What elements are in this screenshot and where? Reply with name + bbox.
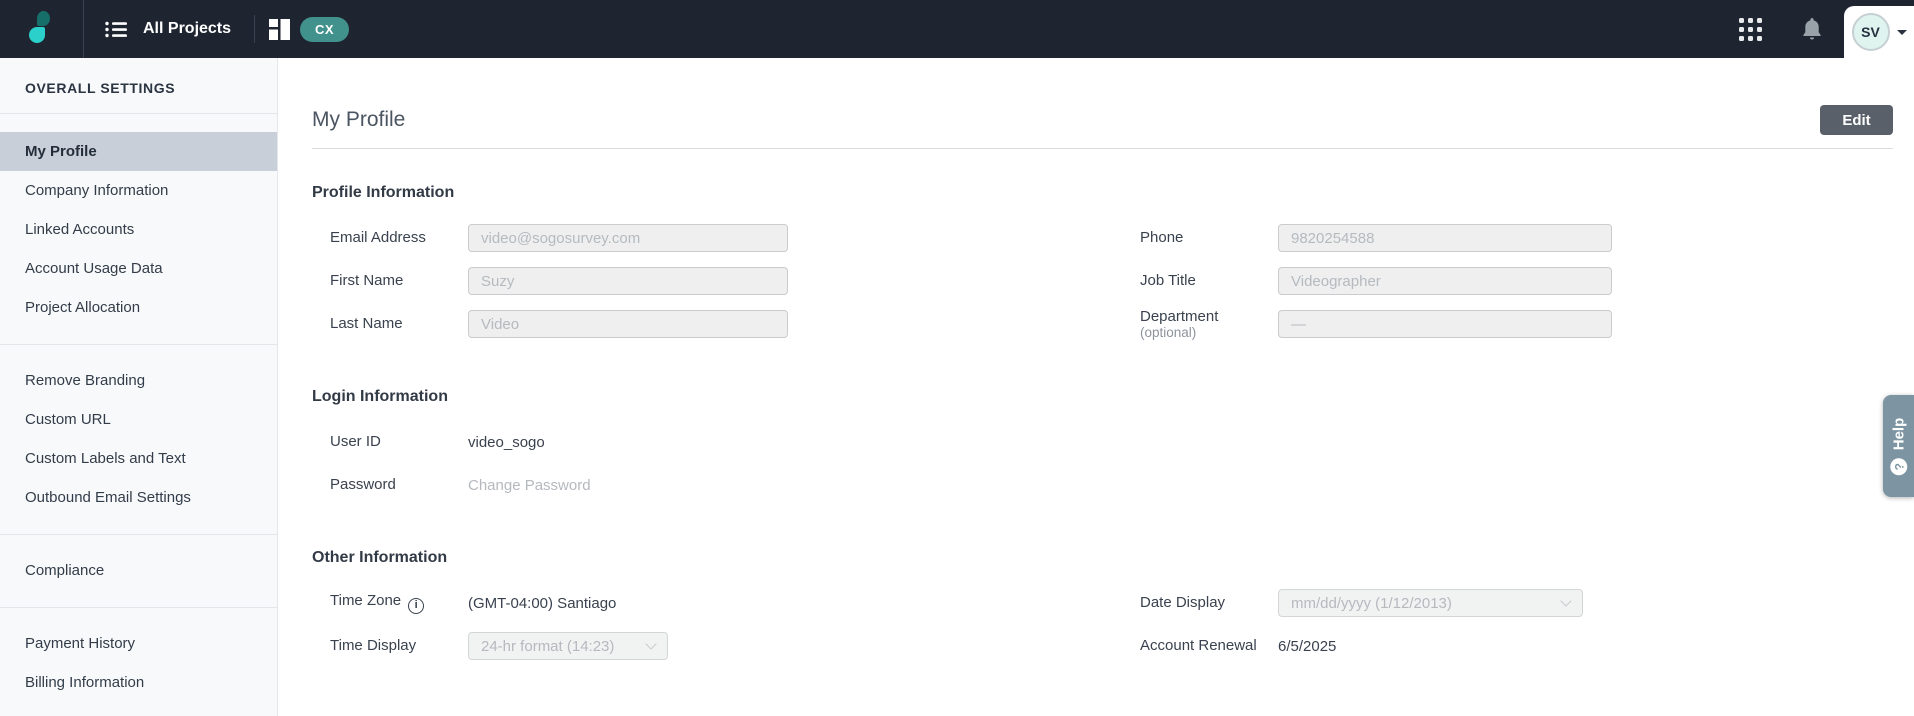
field-row-last-name: Last Name — [330, 310, 788, 338]
cx-badge[interactable]: CX — [300, 17, 349, 42]
sidebar-item-payment-history[interactable]: Payment History — [0, 624, 277, 663]
section-title-profile-information: Profile Information — [312, 184, 1893, 202]
title-row: My Profile Edit — [312, 105, 1893, 149]
sidebar-item-remove-branding[interactable]: Remove Branding — [0, 361, 277, 400]
chevron-down-icon — [1560, 595, 1571, 606]
phone-field[interactable] — [1278, 224, 1612, 252]
sidebar-nav: My Profile Company Information Linked Ac… — [0, 114, 277, 702]
field-row-account-renewal: Account Renewal 6/5/2025 — [1140, 632, 1583, 660]
sidebar-group-divider — [0, 607, 277, 608]
job-title-field[interactable] — [1278, 267, 1612, 295]
date-display-select[interactable]: mm/dd/yyyy (1/12/2013) — [1278, 589, 1583, 617]
department-field[interactable] — [1278, 310, 1612, 338]
field-row-password: Password Change Password — [330, 471, 788, 499]
account-renewal-value: 6/5/2025 — [1278, 638, 1336, 655]
department-optional-text: (optional) — [1140, 325, 1278, 341]
sidebar-group-divider — [0, 344, 277, 345]
hamburger-list-icon — [105, 21, 128, 38]
sidebar-item-my-profile[interactable]: My Profile — [0, 132, 277, 171]
all-projects-label[interactable]: All Projects — [143, 20, 231, 38]
field-row-phone: Phone — [1140, 224, 1612, 252]
job-title-label: Job Title — [1140, 272, 1278, 289]
change-password-link[interactable]: Change Password — [468, 477, 591, 494]
chevron-down-icon — [1897, 30, 1907, 40]
help-tab-inner: ? Help — [1890, 417, 1907, 475]
last-name-label: Last Name — [330, 315, 468, 332]
field-row-time-display: Time Display 24-hr format (14:23) — [330, 632, 788, 660]
time-display-select[interactable]: 24-hr format (14:23) — [468, 632, 668, 660]
main-content: My Profile Edit Profile Information Emai… — [278, 58, 1914, 716]
user-id-label: User ID — [330, 433, 468, 450]
sidebar-item-outbound-email-settings[interactable]: Outbound Email Settings — [0, 478, 277, 517]
sidebar-item-company-information[interactable]: Company Information — [0, 171, 277, 210]
sidebar-item-billing-information[interactable]: Billing Information — [0, 663, 277, 702]
logo-drop-dark-icon — [37, 11, 50, 26]
email-label: Email Address — [330, 229, 468, 246]
sogo-logo[interactable] — [0, 0, 84, 58]
logo-drop-teal-icon — [29, 27, 45, 43]
field-row-date-display: Date Display mm/dd/yyyy (1/12/2013) — [1140, 589, 1583, 617]
section-title-other-information: Other Information — [312, 549, 1893, 567]
topbar-divider — [254, 15, 255, 43]
time-zone-value: (GMT-04:00) Santiago — [468, 595, 616, 612]
date-display-label: Date Display — [1140, 594, 1278, 611]
dashboard-icon[interactable] — [269, 19, 290, 40]
field-row-first-name: First Name — [330, 267, 788, 295]
last-name-field[interactable] — [468, 310, 788, 338]
sidebar-item-account-usage-data[interactable]: Account Usage Data — [0, 249, 277, 288]
topbar: All Projects CX — [0, 0, 1914, 58]
login-information-section: Login Information User ID video_sogo Pas… — [312, 388, 1893, 514]
notifications-bell-icon[interactable] — [1801, 17, 1823, 41]
time-zone-label-text: Time Zone — [330, 592, 401, 609]
apps-grid-icon[interactable] — [1738, 17, 1763, 42]
help-label: Help — [1890, 417, 1907, 450]
department-label-text: Department — [1140, 308, 1218, 325]
sidebar-item-linked-accounts[interactable]: Linked Accounts — [0, 210, 277, 249]
first-name-field[interactable] — [468, 267, 788, 295]
time-display-label: Time Display — [330, 637, 468, 654]
user-menu[interactable]: SV — [1844, 6, 1914, 58]
field-row-user-id: User ID video_sogo — [330, 428, 788, 456]
section-title-login-information: Login Information — [312, 388, 1893, 406]
user-id-value: video_sogo — [468, 434, 545, 451]
first-name-label: First Name — [330, 272, 468, 289]
avatar: SV — [1852, 13, 1890, 51]
sidebar-group-divider — [0, 534, 277, 535]
date-display-value: mm/dd/yyyy (1/12/2013) — [1291, 595, 1452, 612]
other-information-section: Other Information Time Zone i (GMT-04:00)… — [312, 549, 1893, 675]
time-display-value: 24-hr format (14:23) — [481, 638, 614, 655]
password-label: Password — [330, 476, 468, 493]
profile-information-section: Profile Information Email Address First … — [312, 184, 1893, 353]
time-zone-label: Time Zone i — [330, 592, 468, 613]
projects-list-icon[interactable] — [105, 21, 128, 38]
field-row-job-title: Job Title — [1140, 267, 1612, 295]
field-row-time-zone: Time Zone i (GMT-04:00) Santiago — [330, 589, 788, 617]
account-renewal-label: Account Renewal — [1140, 637, 1278, 654]
sidebar-item-custom-url[interactable]: Custom URL — [0, 400, 277, 439]
chevron-down-icon — [645, 638, 656, 649]
settings-sidebar: OVERALL SETTINGS My Profile Company Info… — [0, 58, 278, 716]
phone-label: Phone — [1140, 229, 1278, 246]
page: All Projects CX — [0, 0, 1914, 716]
field-row-department: Department(optional) — [1140, 310, 1612, 338]
page-title: My Profile — [312, 108, 405, 132]
email-field[interactable] — [468, 224, 788, 252]
sidebar-item-compliance[interactable]: Compliance — [0, 551, 277, 590]
sidebar-header: OVERALL SETTINGS — [0, 58, 277, 113]
edit-button[interactable]: Edit — [1820, 105, 1893, 135]
field-row-email: Email Address — [330, 224, 788, 252]
info-icon[interactable]: i — [408, 598, 424, 614]
question-mark-icon: ? — [1890, 458, 1907, 475]
department-label: Department(optional) — [1140, 308, 1278, 341]
sidebar-item-project-allocation[interactable]: Project Allocation — [0, 288, 277, 327]
sidebar-item-custom-labels-and-text[interactable]: Custom Labels and Text — [0, 439, 277, 478]
help-tab[interactable]: ? Help — [1883, 395, 1914, 497]
